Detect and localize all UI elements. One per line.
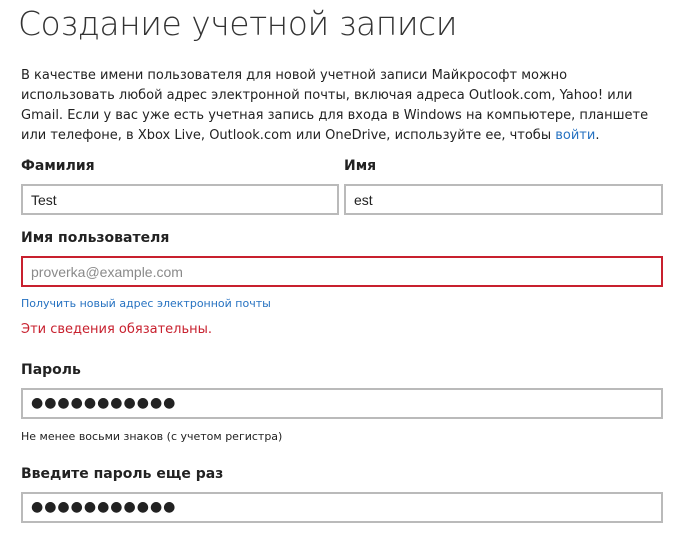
last-name-input[interactable] bbox=[21, 184, 339, 215]
password-hint: Не менее восьми знаков (с учетом регистр… bbox=[21, 430, 283, 443]
page-title: Создание учетной записи bbox=[18, 4, 457, 43]
get-new-email-link[interactable]: Получить новый адрес электронной почты bbox=[21, 297, 271, 310]
first-name-label: Имя bbox=[344, 158, 377, 174]
username-label: Имя пользователя bbox=[21, 230, 170, 246]
confirm-password-input[interactable]: ●●●●●●●●●●● bbox=[21, 492, 663, 523]
username-input[interactable] bbox=[21, 256, 663, 287]
sign-in-link[interactable]: войти bbox=[555, 128, 595, 143]
intro-suffix: . bbox=[595, 128, 600, 143]
password-label: Пароль bbox=[21, 362, 81, 378]
last-name-label: Фамилия bbox=[21, 158, 95, 174]
first-name-input[interactable] bbox=[344, 184, 663, 215]
confirm-password-label: Введите пароль еще раз bbox=[21, 466, 224, 482]
username-error-message: Эти сведения обязательны. bbox=[21, 322, 213, 337]
password-input[interactable]: ●●●●●●●●●●● bbox=[21, 388, 663, 419]
intro-text: В качестве имени пользователя для новой … bbox=[21, 66, 661, 146]
